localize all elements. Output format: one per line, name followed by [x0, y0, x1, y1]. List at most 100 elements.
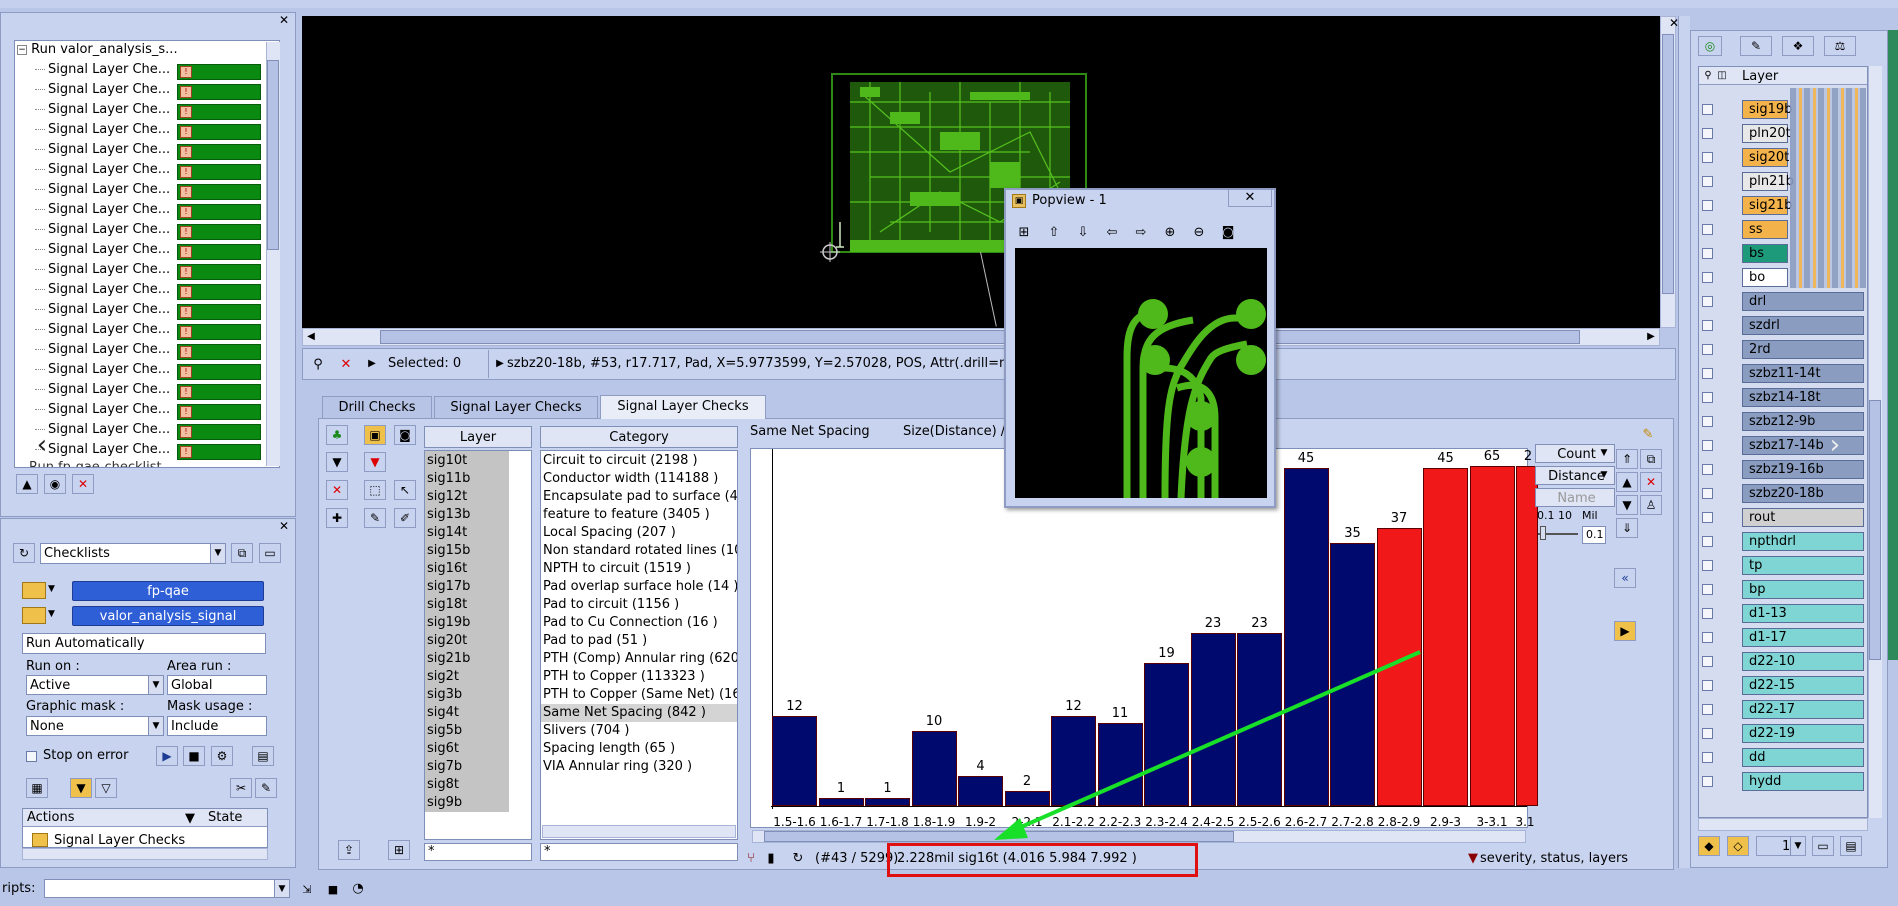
category-list-item[interactable]: Pad to pad (51 ) — [541, 632, 737, 650]
filter-icon[interactable]: ▼ — [326, 452, 348, 472]
histogram-bar[interactable] — [818, 798, 864, 806]
check-status-cell[interactable]: ! — [177, 424, 261, 440]
pan-down-icon[interactable]: ⇩ — [1073, 222, 1093, 242]
down-last-icon[interactable]: ⇓ — [1616, 518, 1638, 538]
pan-right-icon[interactable]: ⇨ — [1131, 222, 1151, 242]
category-list-item[interactable]: Pad to circuit (1156 ) — [541, 596, 737, 614]
layer-button[interactable]: bp — [1742, 580, 1864, 599]
check-status-cell[interactable]: ! — [177, 224, 261, 240]
play-icon[interactable]: ▶ — [365, 356, 379, 372]
add-icon[interactable]: ✚ — [326, 508, 348, 528]
layer-button[interactable]: hydd — [1742, 772, 1864, 791]
tree-partial-item[interactable]: Run fp-gae-checklist — [29, 460, 162, 467]
category-list-item[interactable]: Slivers (704 ) — [541, 722, 737, 740]
layer-visibility-checkbox[interactable] — [1702, 320, 1713, 331]
pan-left-icon[interactable]: ⇦ — [1102, 222, 1122, 242]
check-status-cell[interactable]: ! — [177, 404, 261, 420]
graphic-mask-select[interactable]: None ▼ — [26, 716, 164, 736]
layer-list-item[interactable]: sig16t — [427, 560, 467, 578]
layer-visibility-checkbox[interactable] — [1702, 752, 1713, 763]
zoom-in-icon[interactable]: ⊕ — [1160, 222, 1180, 242]
layer-button[interactable]: szbz14-18t — [1742, 388, 1864, 407]
layer-hscroll[interactable] — [1698, 818, 1868, 831]
scale-tab-icon[interactable]: ⚖ — [1824, 36, 1856, 56]
mask-usage-field[interactable]: Include — [167, 716, 267, 736]
highlight-icon[interactable]: ▣ — [364, 425, 386, 445]
export-orange-icon[interactable]: ▶ — [1614, 621, 1636, 641]
check-status-cell[interactable]: ! — [177, 84, 261, 100]
layer-vscroll-thumb[interactable] — [1869, 400, 1881, 660]
chevron-down-icon[interactable]: ▼ — [48, 584, 55, 594]
edit-tab-icon[interactable]: ✎ — [1740, 36, 1772, 56]
layer-list-item[interactable]: sig12t — [427, 488, 467, 506]
check-status-cell[interactable]: ! — [177, 184, 261, 200]
check-status-cell[interactable]: ! — [177, 364, 261, 380]
layer-visibility-checkbox[interactable] — [1702, 248, 1713, 259]
check-status-cell[interactable]: ! — [177, 304, 261, 320]
tree-item[interactable]: Signal Layer Che... — [35, 302, 170, 322]
layer-visibility-checkbox[interactable] — [1702, 344, 1713, 355]
layer-button[interactable]: d22-19 — [1742, 724, 1864, 743]
tree-item[interactable]: Signal Layer Che... — [35, 282, 170, 302]
tree-item[interactable]: Signal Layer Che... — [35, 362, 170, 382]
layer-list-item[interactable]: sig19b — [427, 614, 470, 632]
category-list-item[interactable]: Spacing length (65 ) — [541, 740, 737, 758]
view-icon[interactable]: ◉ — [44, 474, 66, 494]
layer-button[interactable]: d22-17 — [1742, 700, 1864, 719]
graphic-hscroll-thumb[interactable] — [380, 330, 1580, 344]
script-tool-icon[interactable]: ⇲ — [300, 882, 314, 896]
layer-button[interactable]: d1-17 — [1742, 628, 1864, 647]
layer-button[interactable]: szdrl — [1742, 316, 1864, 335]
layer-visibility-checkbox[interactable] — [1702, 224, 1713, 235]
tree-item[interactable]: Signal Layer Che... — [35, 122, 170, 142]
stop-on-error-checkbox[interactable] — [26, 751, 37, 762]
layer-button[interactable]: d22-15 — [1742, 676, 1864, 695]
layer-button[interactable]: drl — [1742, 292, 1864, 311]
camera-icon[interactable]: ◙ — [1218, 222, 1238, 242]
edit-list-2-icon[interactable]: ✐ — [394, 508, 416, 528]
up-first-icon[interactable]: ⇑ — [1616, 449, 1638, 469]
tree-prev-icon[interactable]: ‹ — [33, 430, 51, 460]
check-status-cell[interactable]: ! — [177, 144, 261, 160]
tree-item[interactable]: Signal Layer Che... — [35, 242, 170, 262]
checklist-valor-analysis-signal[interactable]: valor_analysis_signal — [72, 606, 264, 626]
layer-button[interactable]: d22-10 — [1742, 652, 1864, 671]
layer-visibility-checkbox[interactable] — [1702, 152, 1713, 163]
layer-visibility-checkbox[interactable] — [1702, 584, 1713, 595]
layer-button[interactable]: pln21b — [1742, 172, 1794, 191]
tree-item[interactable]: Signal Layer Che... — [35, 62, 170, 82]
run-check-icon[interactable]: ▲ — [16, 474, 38, 494]
up-icon[interactable]: ▲ — [1616, 472, 1638, 492]
category-list-item[interactable]: Encapsulate pad to surface (475 — [541, 488, 737, 506]
category-list-item[interactable]: PTH to Copper (Same Net) (162 — [541, 686, 737, 704]
pointer-icon[interactable]: ↖ — [394, 480, 416, 500]
filter-icon[interactable]: ▼ — [1466, 850, 1480, 866]
layer-button[interactable]: szbz19-16b — [1742, 460, 1864, 479]
layer-list-item[interactable]: sig17b — [427, 578, 470, 596]
layer-button[interactable]: szbz12-9b — [1742, 412, 1864, 431]
category-list-item[interactable]: Pad to Cu Connection (16 ) — [541, 614, 737, 632]
filter-clear-icon[interactable]: ▽ — [95, 778, 117, 798]
layer-button[interactable]: szbz17-14b — [1742, 436, 1864, 455]
check-status-cell[interactable]: ! — [177, 384, 261, 400]
histogram-bar[interactable] — [772, 715, 817, 806]
scroll-right-icon[interactable]: ▶ — [1644, 330, 1658, 344]
delete-icon[interactable]: ✕ — [72, 474, 94, 494]
layer-visibility-checkbox[interactable] — [1702, 368, 1713, 379]
action-row[interactable]: Signal Layer Checks — [54, 833, 185, 848]
check-status-cell[interactable]: ! — [177, 444, 261, 460]
histogram-bar[interactable] — [911, 730, 957, 806]
layer-list-item[interactable]: sig18t — [427, 596, 467, 614]
layer-tool-4-icon[interactable]: ▤ — [1840, 836, 1862, 856]
tree-scroll-thumb[interactable] — [267, 60, 279, 250]
run-mode-field[interactable]: Run Automatically — [22, 633, 266, 654]
check-status-cell[interactable]: ! — [177, 124, 261, 140]
color-tab-icon[interactable]: ❖ — [1782, 36, 1814, 56]
category-list-item[interactable]: Same Net Spacing (842 ) — [541, 704, 737, 722]
tree-item[interactable]: Signal Layer Che... — [35, 162, 170, 182]
checklist-fp-qae[interactable]: fp-qae — [72, 581, 264, 601]
category-filter-input[interactable]: * — [540, 843, 738, 861]
check-status-cell[interactable]: ! — [177, 264, 261, 280]
category-list-item[interactable]: VIA Annular ring (320 ) — [541, 758, 737, 776]
histogram-bar[interactable] — [865, 798, 910, 806]
